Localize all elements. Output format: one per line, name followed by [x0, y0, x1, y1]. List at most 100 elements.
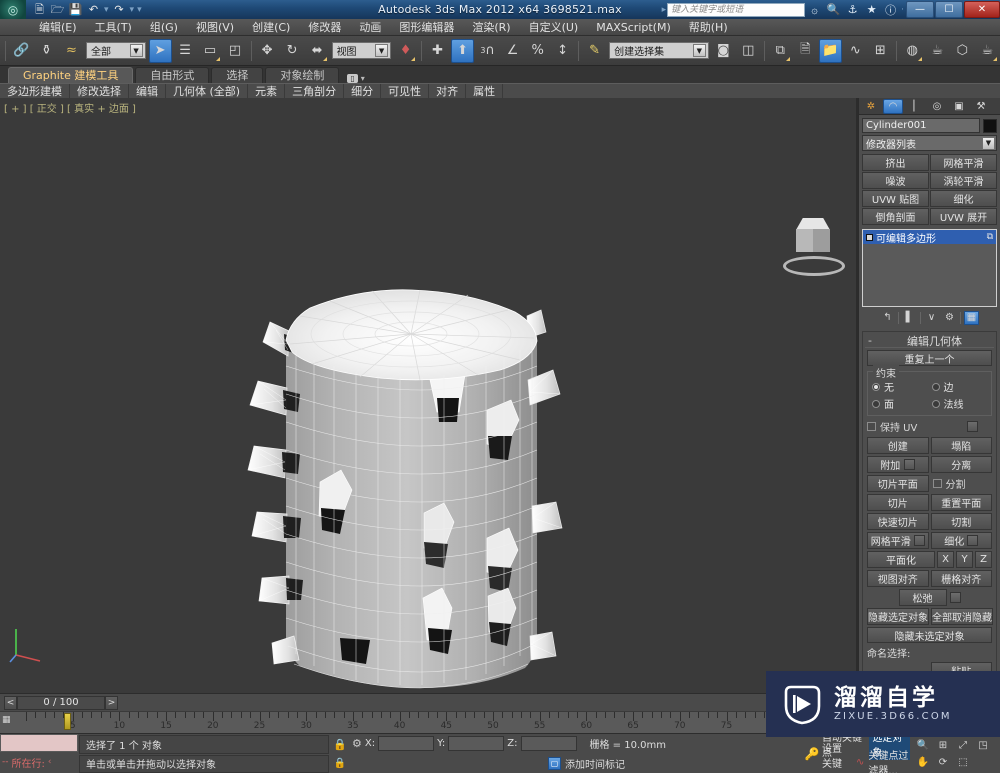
select-and-scale-button[interactable]: ⬌	[306, 39, 329, 63]
help-question-icon[interactable]: ⓘ	[881, 1, 900, 18]
ribbon-tab-graphite-modeling-tools[interactable]: Graphite 建模工具	[8, 67, 134, 83]
view-align-button[interactable]: 视图对齐	[867, 570, 929, 587]
motion-tab[interactable]: ◎	[927, 99, 947, 114]
view-cube[interactable]	[783, 216, 845, 278]
select-by-name-button[interactable]: ☰	[174, 39, 197, 63]
spinner-snap-toggle-button[interactable]: ↕	[551, 39, 574, 63]
stack-toggle-icon[interactable]	[866, 233, 873, 241]
modify-tab[interactable]: ◠	[883, 98, 903, 114]
menu-modifiers[interactable]: 修改器	[299, 19, 350, 36]
ribbon-panel-align[interactable]: 对齐	[429, 83, 467, 99]
make-unique-button[interactable]: ∨	[924, 311, 939, 325]
ribbon-panel-visibility[interactable]: 可见性	[381, 83, 430, 99]
undo-dropdown-icon[interactable]: ▾	[103, 5, 110, 15]
named-selection-sets-dropdown[interactable]: 创建选择集 ▼	[609, 42, 709, 59]
selection-filter-dropdown[interactable]: 全部 ▼	[86, 42, 146, 59]
pin-stack-button[interactable]: ↰	[880, 311, 895, 325]
relax-settings-button[interactable]	[949, 592, 961, 603]
remove-modifier-button[interactable]: ⚙	[942, 311, 957, 325]
rectangular-select-region-button[interactable]: ▭	[199, 39, 222, 63]
zoom-extents-button[interactable]: ⤢	[953, 737, 973, 754]
undo-button[interactable]: ↶	[85, 2, 102, 18]
utilities-tab[interactable]: ⚒	[971, 99, 991, 114]
menu-maxscript[interactable]: MAXScript(M)	[587, 19, 680, 36]
ribbon-panel-geometry-all[interactable]: 几何体 (全部)	[166, 83, 249, 99]
quick-slice-button[interactable]: 快速切片	[867, 513, 929, 530]
favorites-star-icon[interactable]: ★	[862, 1, 881, 18]
mirror-button[interactable]: ◙	[712, 39, 735, 63]
view-cube-right-face[interactable]	[813, 229, 830, 252]
coord-z-field[interactable]	[520, 736, 577, 752]
magnifier-icon[interactable]: 🔍	[824, 1, 843, 18]
ribbon-tab-selection[interactable]: 选择	[211, 67, 264, 83]
modifier-turbosmooth-button[interactable]: 涡轮平滑	[930, 172, 997, 189]
menu-edit[interactable]: 编辑(E)	[30, 19, 86, 36]
percent-snap-toggle-button[interactable]: %	[526, 39, 549, 63]
meshsmooth-button[interactable]: 网格平滑	[867, 532, 929, 549]
maximize-viewport-button[interactable]: ⬚	[953, 754, 973, 771]
menu-create[interactable]: 创建(C)	[243, 19, 299, 36]
menu-graph-editors[interactable]: 图形编辑器	[390, 19, 463, 36]
ribbon-minimize-icon[interactable]: ▯	[347, 74, 358, 83]
snaps-toggle-button[interactable]: ⬆	[451, 38, 475, 63]
lock-selection-toggle-icon[interactable]: 🔒	[334, 758, 346, 769]
zoom-button[interactable]: 🔍	[913, 737, 933, 754]
ribbon-tab-object-paint[interactable]: 对象绘制	[265, 67, 340, 83]
preserve-uv-checkbox[interactable]	[867, 422, 876, 431]
planar-z-button[interactable]: Z	[975, 551, 992, 568]
menu-animation[interactable]: 动画	[350, 19, 390, 36]
ribbon-panel-properties[interactable]: 属性	[466, 83, 504, 99]
slice-plane-button[interactable]: 切片平面	[867, 475, 929, 492]
redo-button[interactable]: ↷	[111, 2, 128, 18]
ribbon-panel-edit[interactable]: 编辑	[129, 83, 166, 99]
modifier-extrude-button[interactable]: 挤出	[862, 154, 929, 171]
menu-help[interactable]: 帮助(H)	[680, 19, 737, 36]
lock-selection-icon[interactable]: 🔒	[333, 738, 347, 751]
key-icon[interactable]: 🔑	[805, 747, 820, 761]
save-file-button[interactable]: 💾	[67, 2, 84, 18]
slice-button[interactable]: 切片	[867, 494, 929, 511]
object-name-field[interactable]: Cylinder001	[862, 118, 980, 133]
cut-button[interactable]: 切割	[930, 513, 992, 530]
hierarchy-tab[interactable]: ⎢	[905, 99, 925, 114]
meshsmooth-settings-button[interactable]	[913, 535, 925, 546]
bind-to-space-warp-button[interactable]: ≈	[60, 39, 83, 63]
render-production-button[interactable]: ☕	[976, 39, 999, 63]
ribbon-panel-subdivision[interactable]: 细分	[344, 83, 382, 99]
make-planar-button[interactable]: 平面化	[867, 551, 935, 568]
modifier-list-dropdown[interactable]: 修改器列表 ▼	[862, 135, 997, 151]
render-setup-button[interactable]: ☕	[926, 39, 949, 63]
menu-views[interactable]: 视图(V)	[187, 19, 243, 36]
menu-customize[interactable]: 自定义(U)	[520, 19, 588, 36]
detach-button[interactable]: 分离	[930, 456, 992, 473]
close-button[interactable]: ✕	[964, 1, 1000, 18]
current-frame-display[interactable]: 0 / 100	[17, 695, 105, 710]
edit-geometry-header[interactable]: - 编辑几何体	[865, 334, 994, 348]
redo-dropdown-icon[interactable]: ▾	[129, 5, 136, 15]
tessellate-settings-button[interactable]	[967, 535, 979, 546]
set-key-label[interactable]: 设置关键点	[822, 740, 852, 773]
angle-snap-toggle-button[interactable]: 3 ∩	[476, 39, 499, 63]
use-center-flyout-button[interactable]: ♦	[394, 39, 417, 63]
chevron-left-icon[interactable]: ‹	[48, 757, 52, 767]
maxscript-input-field[interactable]	[0, 734, 78, 752]
edit-named-selection-sets-button[interactable]: ✎	[583, 39, 606, 63]
material-editor-button[interactable]: ◍	[901, 39, 924, 63]
key-filters-label[interactable]: 关键点过滤器...	[868, 747, 910, 773]
stack-item-editable-poly[interactable]: 可编辑多边形 ⧉	[863, 230, 996, 245]
select-and-manipulate-button[interactable]: ✚	[426, 39, 449, 63]
time-slider[interactable]: < 0 / 100 >	[4, 695, 118, 710]
window-crossing-button[interactable]: ◰	[224, 39, 247, 63]
select-and-rotate-button[interactable]: ↻	[281, 39, 304, 63]
view-cube-compass-ring[interactable]	[783, 256, 845, 276]
select-object-button[interactable]: ➤	[148, 38, 172, 63]
unlink-selection-button[interactable]: ⚱	[35, 39, 58, 63]
add-time-tag-label[interactable]: 添加时间标记	[565, 756, 625, 771]
field-of-view-button[interactable]: ◳	[973, 737, 993, 754]
zoom-all-button[interactable]: ⊞	[933, 737, 953, 754]
orbit-button[interactable]: ⟳	[933, 754, 953, 771]
ribbon-panel-triangulation[interactable]: 三角剖分	[285, 83, 345, 99]
modifier-stack[interactable]: 可编辑多边形 ⧉	[862, 229, 997, 307]
menu-group[interactable]: 组(G)	[141, 19, 187, 36]
modifier-noise-button[interactable]: 噪波	[862, 172, 929, 189]
